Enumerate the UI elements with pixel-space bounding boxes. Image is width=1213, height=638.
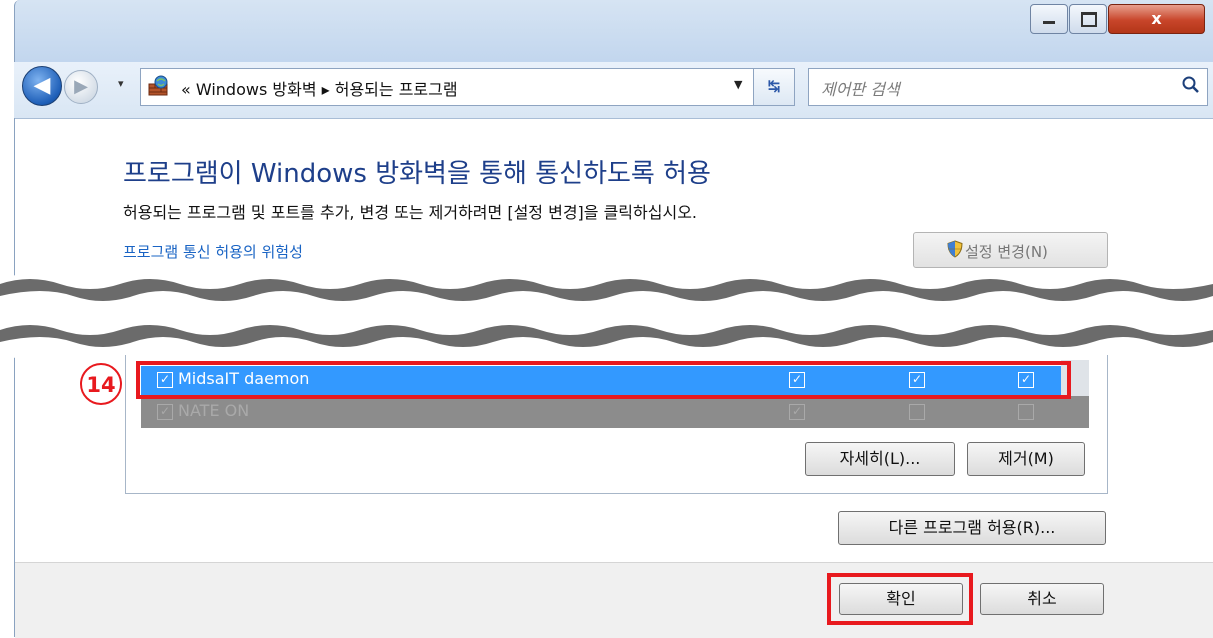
firewall-icon (148, 75, 168, 96)
recent-pages-dropdown[interactable]: ▾ (118, 77, 124, 90)
maximize-icon (1081, 12, 1097, 27)
address-bar[interactable]: « Windows 방화벽 ▸ 허용되는 프로그램 ▼ (140, 68, 766, 106)
address-path: « Windows 방화벽 ▸ 허용되는 프로그램 (181, 80, 458, 99)
minimize-button[interactable] (1030, 4, 1068, 34)
program-risk-link[interactable]: 프로그램 통신 허용의 위험성 (123, 241, 303, 262)
allow-another-program-button[interactable]: 다른 프로그램 허용(R)... (838, 511, 1106, 545)
close-button[interactable]: x (1108, 4, 1205, 34)
firewall-allowed-programs-window: x ◀ ▶ ▾ « Windows 방화벽 ▸ 허용되는 프로그램 ▼ ↹ 제어… (0, 0, 1213, 638)
change-settings-label: 설정 변경(N) (965, 243, 1048, 261)
address-dropdown-icon[interactable]: ▼ (734, 78, 742, 91)
search-icon[interactable] (1181, 75, 1201, 95)
program-name-nate-on: NATE ON (178, 401, 250, 420)
domain-checkbox-nate-on[interactable]: ✓ (789, 404, 805, 420)
content-break-separator (0, 274, 1213, 360)
program-checkbox-nate-on[interactable]: ✓ (157, 404, 173, 420)
maximize-button[interactable] (1069, 4, 1107, 34)
ok-button-highlight (827, 573, 973, 625)
page-description: 허용되는 프로그램 및 포트를 추가, 변경 또는 제거하려면 [설정 변경]을… (123, 203, 697, 222)
search-placeholder: 제어판 검색 (821, 80, 900, 99)
cancel-button[interactable]: 취소 (980, 583, 1104, 615)
refresh-button[interactable]: ↹ (753, 68, 795, 106)
window-left-border (14, 118, 15, 637)
minimize-icon (1043, 21, 1055, 24)
page-title: 프로그램이 Windows 방화벽을 통해 통신하도록 허용 (123, 159, 711, 189)
search-input[interactable]: 제어판 검색 (808, 68, 1208, 106)
details-button[interactable]: 자세히(L)... (805, 442, 955, 476)
uac-shield-icon (947, 240, 963, 258)
step-14-highlight (136, 361, 1071, 399)
list-item-nate-on[interactable] (141, 396, 1089, 428)
back-button[interactable]: ◀ (22, 66, 62, 106)
forward-button[interactable]: ▶ (64, 70, 98, 104)
step-number-badge: 14 (80, 363, 122, 405)
public-checkbox-nate-on[interactable] (1018, 404, 1034, 420)
home-network-checkbox-nate-on[interactable] (909, 404, 925, 420)
remove-button[interactable]: 제거(M) (967, 442, 1085, 476)
